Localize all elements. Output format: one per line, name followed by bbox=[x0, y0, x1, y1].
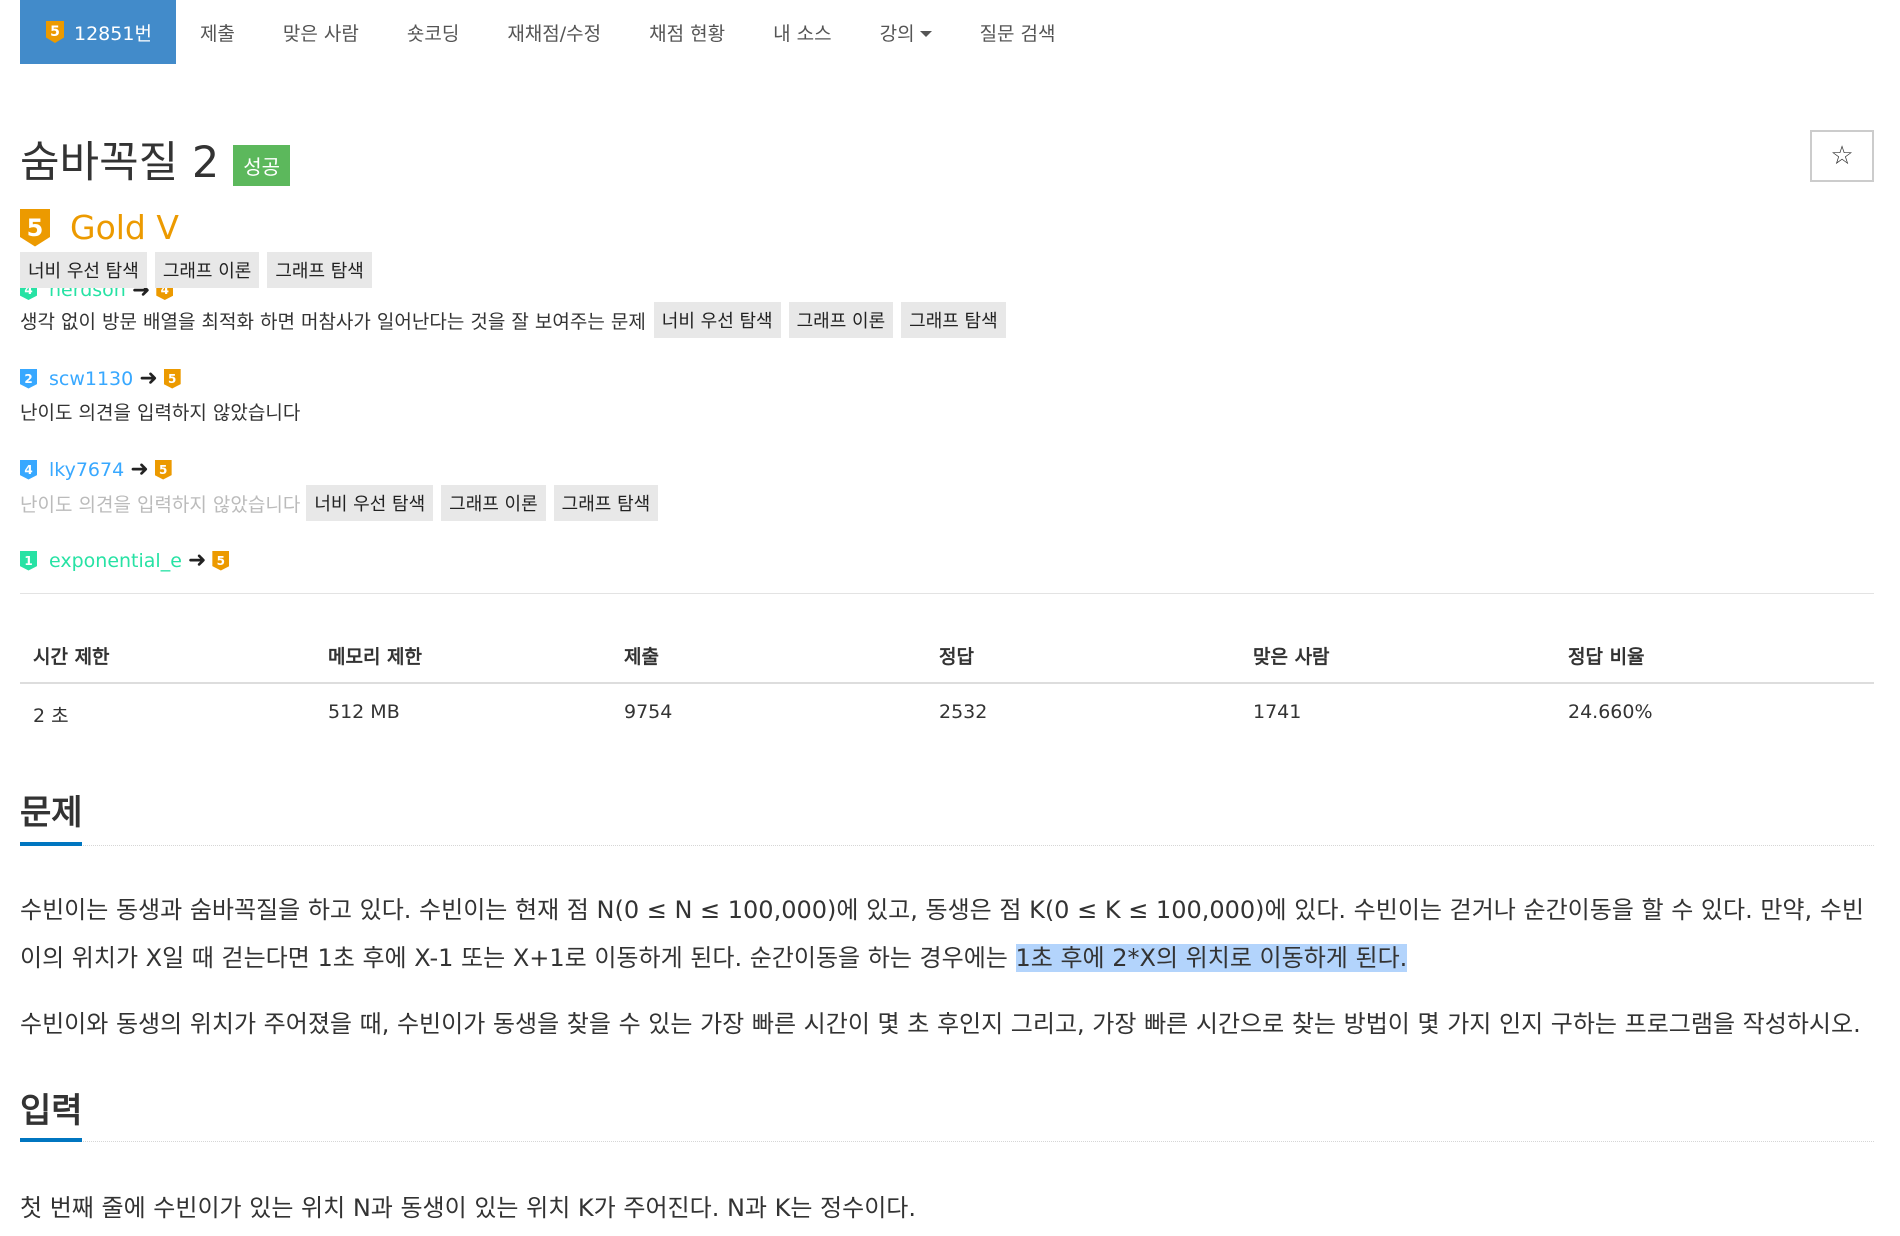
tier-row: 5 Gold V bbox=[20, 208, 179, 247]
opinion-user-row: 1 exponential_e ➜ 5 bbox=[20, 548, 230, 573]
tab-problem[interactable]: 5 12851번 bbox=[20, 0, 176, 64]
section-title-input: 입력 bbox=[20, 1091, 83, 1131]
tier-badge-icon: 5 bbox=[154, 459, 172, 480]
opinion-comment: 난이도 의견을 입력하지 않았습니다 bbox=[20, 398, 300, 425]
problem-header: 숨바꼭질 2 성공 bbox=[20, 128, 291, 190]
problem-text: 수빈이와 동생의 위치가 주어졌을 때, 수빈이가 동생을 찾을 수 있는 가장… bbox=[20, 1010, 1861, 1038]
tier-badge-icon: 1 bbox=[20, 550, 37, 571]
star-icon: ☆ bbox=[1830, 141, 1854, 171]
input-description: 첫 번째 줄에 수빈이가 있는 위치 N과 동생이 있는 위치 K가 주어진다.… bbox=[20, 1184, 1880, 1232]
arrow-right-icon: ➜ bbox=[187, 548, 207, 573]
status-badge: 성공 bbox=[233, 144, 291, 186]
tab-lecture[interactable]: 강의 bbox=[856, 0, 956, 64]
opinion-comment-text: 난이도 의견을 입력하지 않았습니다 bbox=[20, 493, 301, 516]
table-cell: 512 MB bbox=[328, 701, 400, 723]
tier-name: Gold V bbox=[70, 208, 179, 247]
opinion-user-row: 4 lky7674 ➜ 5 bbox=[20, 457, 172, 482]
caret-down-icon bbox=[919, 30, 932, 37]
section-underline bbox=[20, 842, 82, 846]
problem-description: 수빈이는 동생과 숨바꼭질을 하고 있다. 수빈이는 현재 점 N(0 ≤ N … bbox=[20, 886, 1880, 982]
selected-text: 1초 후에 2*X의 위치로 이동하게 된다. bbox=[1015, 944, 1408, 972]
tab-my-source[interactable]: 내 소스 bbox=[749, 0, 855, 64]
tier-badge-icon: 5 bbox=[163, 368, 181, 389]
table-header-cell: 정답 비율 bbox=[1568, 646, 1645, 668]
tag[interactable]: 그래프 이론 bbox=[154, 252, 260, 288]
opinion-comment-text: 난이도 의견을 입력하지 않았습니다 bbox=[20, 402, 301, 424]
tag[interactable]: 너비 우선 탐색 bbox=[306, 485, 434, 521]
tier-badge-icon: 4 bbox=[20, 459, 37, 480]
tag[interactable]: 그래프 탐색 bbox=[901, 302, 1006, 338]
opinion-tags: 너비 우선 탐색 그래프 이론 그래프 탐색 bbox=[306, 485, 659, 521]
table-header-cell: 메모리 제한 bbox=[328, 646, 423, 668]
table-cell: 2532 bbox=[939, 701, 988, 723]
tag[interactable]: 너비 우선 탐색 bbox=[20, 252, 147, 288]
problem-text: 수빈이는 동생과 숨바꼭질을 하고 있다. 수빈이는 현재 점 N(0 ≤ N … bbox=[20, 896, 1864, 972]
section-divider bbox=[20, 845, 1874, 846]
problem-description-2: 수빈이와 동생의 위치가 주어졌을 때, 수빈이가 동생을 찾을 수 있는 가장… bbox=[20, 1000, 1880, 1048]
table-cell: 1741 bbox=[1253, 701, 1302, 723]
tag[interactable]: 그래프 이론 bbox=[788, 302, 894, 338]
table-cell: 24.660% bbox=[1568, 701, 1653, 723]
section-title-problem: 문제 bbox=[20, 793, 83, 833]
tag[interactable]: 너비 우선 탐색 bbox=[653, 302, 781, 338]
divider bbox=[20, 593, 1874, 594]
table-cell: 9754 bbox=[624, 701, 673, 723]
favorite-star-button[interactable]: ☆ bbox=[1810, 130, 1874, 182]
table-row: 2 초 512 MB 9754 2532 1741 24.660% bbox=[20, 684, 1874, 745]
gold-tier-icon: 5 bbox=[20, 208, 50, 247]
tab-question-search[interactable]: 질문 검색 bbox=[956, 0, 1080, 64]
tier-badge-icon: 2 bbox=[20, 368, 37, 389]
table-cell: 2 초 bbox=[33, 705, 69, 727]
opinion-user-link[interactable]: lky7674 bbox=[49, 459, 124, 481]
tab-short-coding[interactable]: 숏코딩 bbox=[383, 0, 483, 64]
section-underline bbox=[20, 1138, 82, 1142]
opinion-user-row: 2 scw1130 ➜ 5 bbox=[20, 366, 181, 391]
arrow-right-icon: ➜ bbox=[130, 457, 149, 482]
problem-tags: 너비 우선 탐색 그래프 이론 그래프 탐색 bbox=[20, 252, 372, 288]
opinion-tags: 너비 우선 탐색 그래프 이론 그래프 탐색 bbox=[653, 302, 1006, 338]
arrow-right-icon: ➜ bbox=[139, 366, 158, 391]
page-title: 숨바꼭질 2 bbox=[20, 138, 220, 188]
tab-rejudge[interactable]: 재채점/수정 bbox=[483, 0, 625, 64]
opinion-user-link[interactable]: scw1130 bbox=[49, 368, 133, 390]
table-header-cell: 맞은 사람 bbox=[1253, 646, 1330, 668]
tab-status[interactable]: 채점 현황 bbox=[625, 0, 749, 64]
input-text: 첫 번째 줄에 수빈이가 있는 위치 N과 동생이 있는 위치 K가 주어진다.… bbox=[20, 1194, 917, 1222]
tab-submit[interactable]: 제출 bbox=[176, 0, 259, 64]
section-divider bbox=[20, 1141, 1874, 1142]
problem-id-label: 12851번 bbox=[74, 22, 152, 45]
tag[interactable]: 그래프 이론 bbox=[441, 485, 546, 521]
table-header-cell: 시간 제한 bbox=[33, 646, 110, 668]
problem-info-table: 시간 제한 메모리 제한 제출 정답 맞은 사람 정답 비율 2 초 512 M… bbox=[20, 630, 1874, 745]
opinion-comment: 생각 없이 방문 배열을 최적화 하면 머참사가 일어난다는 것을 잘 보여주는… bbox=[20, 302, 1006, 338]
opinion-comment-text: 생각 없이 방문 배열을 최적화 하면 머참사가 일어난다는 것을 잘 보여주는… bbox=[20, 310, 646, 333]
tag[interactable]: 그래프 탐색 bbox=[267, 252, 372, 288]
opinion-comment: 난이도 의견을 입력하지 않았습니다 너비 우선 탐색 그래프 이론 그래프 탐… bbox=[20, 485, 659, 521]
opinion-user-link[interactable]: exponential_e bbox=[49, 550, 182, 572]
problem-nav: 5 12851번 제출 맞은 사람 숏코딩 재채점/수정 채점 현황 내 소스 … bbox=[20, 0, 1080, 64]
table-header-row: 시간 제한 메모리 제한 제출 정답 맞은 사람 정답 비율 bbox=[20, 630, 1874, 684]
tab-accepted-users[interactable]: 맞은 사람 bbox=[259, 0, 383, 64]
gold-tier-icon: 5 bbox=[46, 21, 64, 43]
tab-lecture-label: 강의 bbox=[879, 22, 915, 45]
table-header-cell: 제출 bbox=[624, 646, 659, 668]
tier-badge-icon: 5 bbox=[212, 550, 230, 571]
table-header-cell: 정답 bbox=[939, 646, 974, 668]
tag[interactable]: 그래프 탐색 bbox=[553, 485, 659, 521]
